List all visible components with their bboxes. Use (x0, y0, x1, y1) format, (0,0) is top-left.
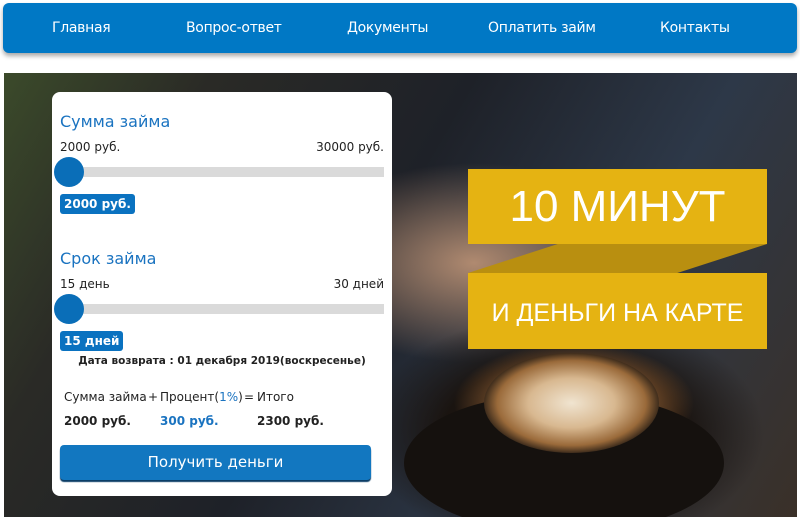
percent-label: Процент(1%) (160, 390, 243, 404)
sum-value: 2000 руб. (64, 414, 131, 428)
term-min: 15 день (60, 277, 110, 291)
amount-value-badge: 2000 руб. (60, 194, 135, 214)
get-money-button[interactable]: Получить деньги (60, 445, 371, 480)
banner-line1: 10 МИНУТ (468, 169, 767, 244)
nav-documents[interactable]: Документы (347, 20, 428, 36)
amount-max: 30000 руб. (316, 140, 384, 154)
total-label: Итого (257, 390, 294, 404)
coffee-cup-image (484, 353, 659, 453)
percent-close: ) (238, 390, 243, 404)
plus-sign: + (148, 390, 159, 404)
top-nav: Главная Вопрос-ответ Документы Оплатить … (3, 3, 797, 53)
amount-slider[interactable] (54, 157, 384, 187)
term-value-badge: 15 дней (60, 331, 124, 351)
term-max: 30 дней (333, 277, 384, 291)
percent-value: 1% (219, 390, 239, 404)
amount-slider-handle[interactable] (54, 157, 84, 187)
term-slider[interactable] (54, 294, 384, 324)
sum-label: Сумма займа (64, 390, 147, 404)
nav-pay-loan[interactable]: Оплатить займ (488, 20, 596, 36)
percent-label-text: Процент( (160, 390, 220, 404)
nav-faq[interactable]: Вопрос-ответ (186, 20, 282, 36)
loan-calculator: Сумма займа 2000 руб. 30000 руб. 2000 ру… (52, 92, 392, 496)
equals-sign: = (244, 390, 255, 404)
total-value: 2300 руб. (257, 414, 324, 428)
nav-home[interactable]: Главная (52, 20, 111, 36)
term-title: Срок займа (60, 249, 157, 268)
nav-contacts[interactable]: Контакты (660, 20, 730, 36)
amount-min: 2000 руб. (60, 140, 121, 154)
banner-line2: И ДЕНЬГИ НА КАРТЕ (468, 273, 767, 349)
amount-title: Сумма займа (60, 112, 171, 131)
return-date: Дата возврата : 01 декабря 2019(воскресе… (78, 355, 366, 367)
term-slider-handle[interactable] (54, 294, 84, 324)
interest-value: 300 руб. (160, 414, 219, 428)
